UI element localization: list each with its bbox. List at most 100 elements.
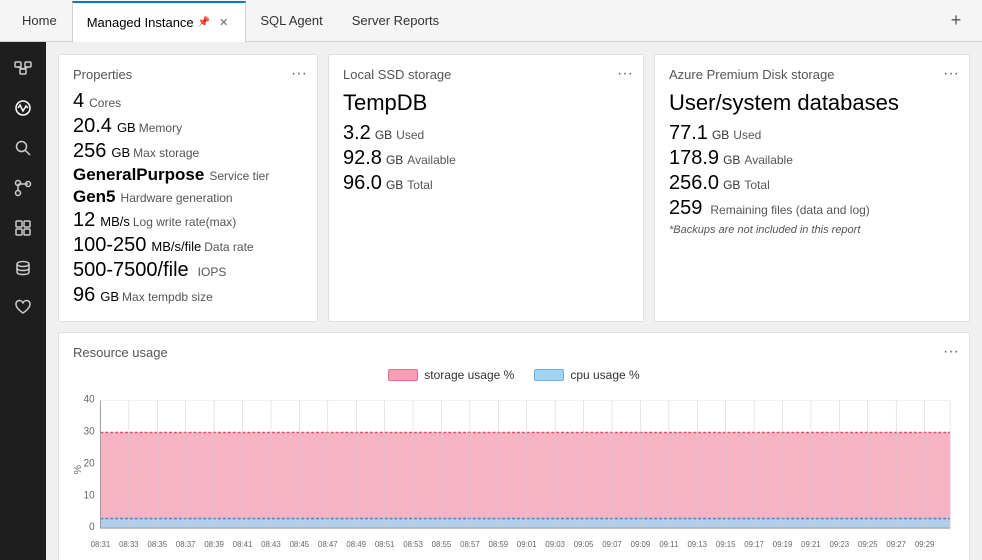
legend-cpu: cpu usage % bbox=[534, 368, 639, 382]
tab-close-managed-instance[interactable]: ✕ bbox=[216, 15, 231, 30]
azure-disk-note: *Backups are not included in this report bbox=[669, 224, 955, 236]
azure-disk-card: Azure Premium Disk storage ··· User/syst… bbox=[654, 54, 970, 322]
svg-text:08:49: 08:49 bbox=[346, 540, 366, 549]
resource-header: Resource usage bbox=[73, 345, 955, 360]
sidebar-item-connections[interactable] bbox=[5, 50, 41, 86]
svg-text:09:17: 09:17 bbox=[744, 540, 764, 549]
tab-sql-agent-label: SQL Agent bbox=[260, 13, 322, 28]
svg-text:09:27: 09:27 bbox=[886, 540, 906, 549]
heart-icon bbox=[14, 299, 32, 317]
svg-text:09:25: 09:25 bbox=[858, 540, 878, 549]
prop-cores: 4 Cores bbox=[73, 90, 303, 113]
svg-text:08:45: 08:45 bbox=[290, 540, 310, 549]
properties-menu[interactable]: ··· bbox=[291, 65, 307, 83]
tab-home[interactable]: Home bbox=[8, 0, 72, 41]
tab-sql-agent[interactable]: SQL Agent bbox=[246, 0, 337, 41]
prop-iops: 500-7500/file IOPS bbox=[73, 259, 303, 282]
local-ssd-total: 96.0 GB Total bbox=[343, 172, 629, 195]
svg-text:08:43: 08:43 bbox=[261, 540, 281, 549]
legend-storage: storage usage % bbox=[388, 368, 514, 382]
svg-text:08:41: 08:41 bbox=[233, 540, 253, 549]
sidebar-item-databases[interactable] bbox=[5, 250, 41, 286]
prop-tier: GeneralPurpose Service tier bbox=[73, 165, 303, 185]
tab-bar: Home Managed Instance 📌 ✕ SQL Agent Serv… bbox=[0, 0, 982, 42]
svg-text:08:55: 08:55 bbox=[432, 540, 452, 549]
local-ssd-menu[interactable]: ··· bbox=[617, 65, 633, 83]
main-layout: Properties ··· 4 Cores 20.4 GB Memory 25… bbox=[0, 42, 982, 560]
svg-text:10: 10 bbox=[84, 490, 95, 501]
pin-icon: 📌 bbox=[198, 17, 210, 28]
new-tab-button[interactable]: + bbox=[938, 3, 974, 39]
azure-total: 256.0 GB Total bbox=[669, 172, 955, 195]
azure-disk-header: Azure Premium Disk storage bbox=[669, 67, 955, 82]
tab-server-reports-label: Server Reports bbox=[352, 13, 439, 28]
local-ssd-title: TempDB bbox=[343, 90, 629, 116]
cpu-fill bbox=[100, 519, 950, 529]
properties-header: Properties bbox=[73, 67, 303, 82]
local-ssd-card: Local SSD storage ··· TempDB 3.2 GB Used… bbox=[328, 54, 644, 322]
svg-text:08:39: 08:39 bbox=[204, 540, 224, 549]
svg-text:08:51: 08:51 bbox=[375, 540, 395, 549]
prop-memory: 20.4 GB Memory bbox=[73, 115, 303, 138]
svg-text:08:47: 08:47 bbox=[318, 540, 338, 549]
content-area: Properties ··· 4 Cores 20.4 GB Memory 25… bbox=[46, 42, 982, 560]
local-ssd-header: Local SSD storage bbox=[343, 67, 629, 82]
tab-home-label: Home bbox=[22, 13, 57, 28]
svg-text:09:01: 09:01 bbox=[517, 540, 537, 549]
search-icon bbox=[14, 139, 32, 157]
legend-cpu-label: cpu usage % bbox=[570, 368, 639, 382]
svg-text:08:59: 08:59 bbox=[489, 540, 509, 549]
prop-logwrite: 12 MB/s Log write rate(max) bbox=[73, 209, 303, 232]
legend-cpu-swatch bbox=[534, 369, 564, 381]
tab-managed-instance[interactable]: Managed Instance 📌 ✕ bbox=[72, 1, 247, 42]
svg-text:08:31: 08:31 bbox=[91, 540, 111, 549]
git-icon bbox=[14, 179, 32, 197]
databases-icon bbox=[14, 259, 32, 277]
legend-storage-label: storage usage % bbox=[424, 368, 514, 382]
svg-text:%: % bbox=[73, 465, 84, 474]
resource-menu[interactable]: ··· bbox=[943, 343, 959, 361]
local-ssd-available: 92.8 GB Available bbox=[343, 147, 629, 170]
svg-text:09:21: 09:21 bbox=[801, 540, 821, 549]
connections-icon bbox=[14, 59, 32, 77]
resource-chart-svg: 40 30 20 10 0 % bbox=[73, 390, 955, 560]
sidebar-item-git[interactable] bbox=[5, 170, 41, 206]
cards-row: Properties ··· 4 Cores 20.4 GB Memory 25… bbox=[58, 54, 970, 322]
resource-card: Resource usage ··· storage usage % cpu u… bbox=[58, 332, 970, 560]
prop-datarate: 100-250 MB/s/file Data rate bbox=[73, 234, 303, 257]
extensions-icon bbox=[14, 219, 32, 237]
svg-text:09:15: 09:15 bbox=[716, 540, 736, 549]
svg-text:09:09: 09:09 bbox=[631, 540, 651, 549]
tab-server-reports[interactable]: Server Reports bbox=[338, 0, 454, 41]
svg-text:09:11: 09:11 bbox=[659, 540, 678, 549]
svg-text:09:23: 09:23 bbox=[830, 540, 850, 549]
azure-available: 178.9 GB Available bbox=[669, 147, 955, 170]
svg-text:08:53: 08:53 bbox=[403, 540, 423, 549]
svg-text:20: 20 bbox=[84, 458, 95, 469]
svg-text:08:35: 08:35 bbox=[147, 540, 167, 549]
sidebar-item-heart[interactable] bbox=[5, 290, 41, 326]
chart-area: 40 30 20 10 0 % bbox=[73, 390, 955, 560]
chart-legend: storage usage % cpu usage % bbox=[73, 368, 955, 382]
svg-text:30: 30 bbox=[84, 426, 95, 437]
legend-storage-swatch bbox=[388, 369, 418, 381]
svg-text:08:37: 08:37 bbox=[176, 540, 196, 549]
sidebar-item-search[interactable] bbox=[5, 130, 41, 166]
prop-storage: 256 GB Max storage bbox=[73, 140, 303, 163]
azure-used: 77.1 GB Used bbox=[669, 122, 955, 145]
svg-text:0: 0 bbox=[89, 522, 95, 533]
tab-managed-instance-label: Managed Instance bbox=[87, 15, 194, 30]
sidebar-item-extensions[interactable] bbox=[5, 210, 41, 246]
svg-text:09:07: 09:07 bbox=[602, 540, 622, 549]
svg-text:09:29: 09:29 bbox=[915, 540, 935, 549]
prop-tempdb: 96 GB Max tempdb size bbox=[73, 284, 303, 307]
svg-text:08:57: 08:57 bbox=[460, 540, 480, 549]
sidebar-item-activity[interactable] bbox=[5, 90, 41, 126]
prop-gen: Gen5 Hardware generation bbox=[73, 187, 303, 207]
svg-text:09:03: 09:03 bbox=[545, 540, 565, 549]
azure-disk-menu[interactable]: ··· bbox=[943, 65, 959, 83]
svg-text:09:19: 09:19 bbox=[773, 540, 793, 549]
svg-text:09:13: 09:13 bbox=[687, 540, 707, 549]
azure-remaining: 259 Remaining files (data and log) bbox=[669, 197, 955, 220]
activity-icon bbox=[14, 99, 32, 117]
